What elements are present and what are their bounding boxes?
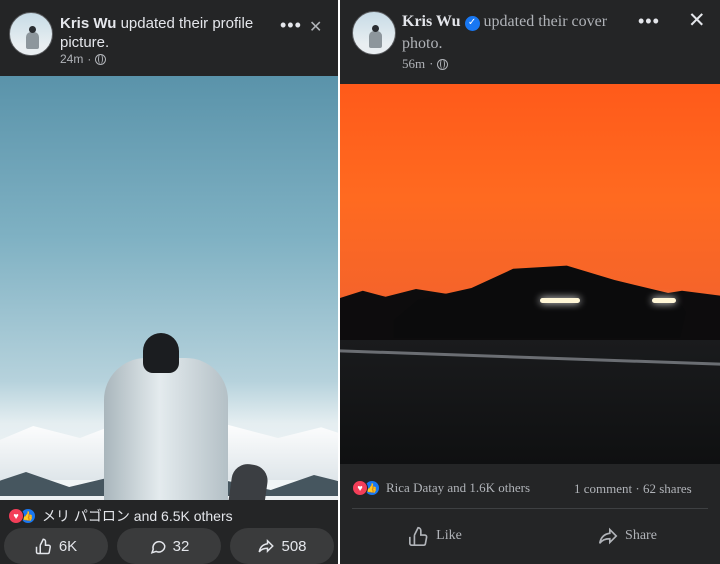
post-photo[interactable]: [340, 84, 720, 464]
post-meta: 24m ·: [60, 52, 107, 66]
reaction-text: Rica Datay and 1.6K others: [386, 480, 531, 495]
globe-icon: [95, 53, 107, 65]
more-options-icon[interactable]: •••: [280, 16, 302, 34]
post-header: Kris Wu updated their profile picture.: [60, 14, 270, 52]
post-header: Kris Wu ✓ updated their cover photo.: [402, 11, 622, 55]
author-name[interactable]: Kris Wu: [60, 15, 116, 32]
thumbs-up-icon: [409, 526, 428, 546]
avatar[interactable]: [352, 11, 396, 55]
reaction-summary[interactable]: ♥ 👍 メリ パゴロン and 6.5K others: [8, 506, 233, 526]
author-name[interactable]: Kris Wu: [402, 13, 461, 30]
share-count: 508: [281, 537, 307, 555]
post-photo[interactable]: [0, 76, 338, 500]
reaction-text: メリ パゴロン and 6.5K others: [42, 508, 233, 524]
close-icon[interactable]: ✕: [688, 8, 706, 33]
post-right: Kris Wu ✓ updated their cover photo. 56m…: [340, 0, 720, 564]
like-label: Like: [436, 528, 462, 543]
share-icon: [258, 538, 275, 554]
verified-badge-icon: ✓: [464, 15, 480, 31]
comment-count[interactable]: 1 comment: [574, 481, 632, 496]
post-time[interactable]: 56m: [402, 56, 425, 72]
love-reaction-icon: ♥: [8, 508, 24, 524]
close-icon[interactable]: ✕: [309, 17, 322, 37]
post-left: Kris Wu updated their profile picture. 2…: [0, 0, 338, 564]
reaction-summary[interactable]: ♥ 👍 Rica Datay and 1.6K others: [352, 480, 530, 496]
comment-count: 32: [172, 537, 190, 555]
like-button[interactable]: Like: [380, 518, 490, 554]
globe-icon: [437, 58, 449, 70]
divider: [352, 508, 708, 509]
like-count: 6K: [58, 537, 78, 555]
like-button[interactable]: 6K: [4, 528, 108, 564]
share-button[interactable]: 508: [230, 528, 334, 564]
share-count[interactable]: 62 shares: [643, 481, 692, 496]
avatar[interactable]: [9, 12, 53, 56]
share-label: Share: [625, 528, 657, 543]
post-time[interactable]: 24m: [60, 52, 83, 66]
share-button[interactable]: Share: [572, 518, 682, 554]
love-reaction-icon: ♥: [352, 480, 368, 496]
share-icon: [598, 527, 618, 545]
post-stats: 1 comment · 62 shares: [574, 481, 692, 496]
comment-icon: [150, 540, 166, 554]
more-options-icon[interactable]: •••: [638, 12, 660, 30]
comment-button[interactable]: 32: [117, 528, 221, 564]
thumbs-up-icon: [35, 538, 51, 555]
post-meta: 56m ·: [402, 56, 449, 72]
